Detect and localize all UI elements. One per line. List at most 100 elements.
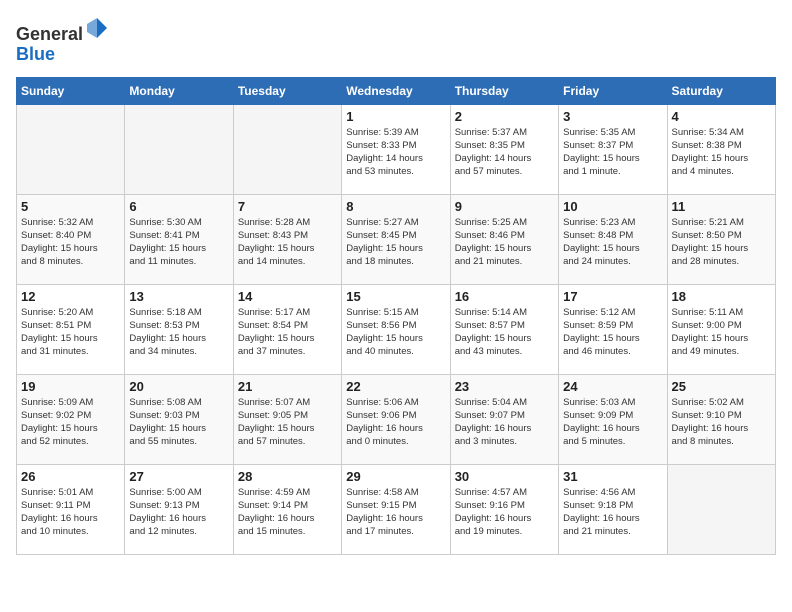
day-number: 31 <box>563 469 662 484</box>
calendar-cell: 18 Sunrise: 5:11 AM Sunset: 9:00 PM Dayli… <box>667 284 775 374</box>
day-number: 15 <box>346 289 445 304</box>
day-number: 1 <box>346 109 445 124</box>
day-info: Sunrise: 5:32 AM Sunset: 8:40 PM Dayligh… <box>21 216 120 269</box>
day-info: Sunrise: 5:02 AM Sunset: 9:10 PM Dayligh… <box>672 396 771 449</box>
day-number: 4 <box>672 109 771 124</box>
day-info: Sunrise: 4:57 AM Sunset: 9:16 PM Dayligh… <box>455 486 554 539</box>
calendar-cell: 25 Sunrise: 5:02 AM Sunset: 9:10 PM Dayli… <box>667 374 775 464</box>
day-number: 27 <box>129 469 228 484</box>
day-number: 18 <box>672 289 771 304</box>
calendar-cell <box>233 104 341 194</box>
calendar-cell: 11 Sunrise: 5:21 AM Sunset: 8:50 PM Dayli… <box>667 194 775 284</box>
logo-icon <box>85 16 109 40</box>
calendar-week-row: 26 Sunrise: 5:01 AM Sunset: 9:11 PM Dayli… <box>17 464 776 554</box>
calendar-cell: 8Sunrise: 5:27 AM Sunset: 8:45 PM Daylig… <box>342 194 450 284</box>
calendar-week-row: 19 Sunrise: 5:09 AM Sunset: 9:02 PM Dayli… <box>17 374 776 464</box>
calendar-cell: 2 Sunrise: 5:37 AM Sunset: 8:35 PM Daylig… <box>450 104 558 194</box>
calendar-cell: 17 Sunrise: 5:12 AM Sunset: 8:59 PM Dayli… <box>559 284 667 374</box>
calendar-cell: 16 Sunrise: 5:14 AM Sunset: 8:57 PM Dayli… <box>450 284 558 374</box>
day-number: 25 <box>672 379 771 394</box>
calendar-cell: 10Sunrise: 5:23 AM Sunset: 8:48 PM Dayli… <box>559 194 667 284</box>
calendar-cell: 29 Sunrise: 4:58 AM Sunset: 9:15 PM Dayli… <box>342 464 450 554</box>
day-number: 23 <box>455 379 554 394</box>
day-number: 16 <box>455 289 554 304</box>
day-number: 10 <box>563 199 662 214</box>
day-info: Sunrise: 5:35 AM Sunset: 8:37 PM Dayligh… <box>563 126 662 179</box>
page-header: General Blue <box>16 16 776 65</box>
day-number: 19 <box>21 379 120 394</box>
day-info: Sunrise: 5:17 AM Sunset: 8:54 PM Dayligh… <box>238 306 337 359</box>
day-info: Sunrise: 5:15 AM Sunset: 8:56 PM Dayligh… <box>346 306 445 359</box>
calendar-table: SundayMondayTuesdayWednesdayThursdayFrid… <box>16 77 776 555</box>
day-info: Sunrise: 5:25 AM Sunset: 8:46 PM Dayligh… <box>455 216 554 269</box>
calendar-cell: 6 Sunrise: 5:30 AM Sunset: 8:41 PM Daylig… <box>125 194 233 284</box>
day-info: Sunrise: 4:58 AM Sunset: 9:15 PM Dayligh… <box>346 486 445 539</box>
calendar-week-row: 12 Sunrise: 5:20 AM Sunset: 8:51 PM Dayli… <box>17 284 776 374</box>
calendar-cell <box>667 464 775 554</box>
day-number: 28 <box>238 469 337 484</box>
logo-general: General <box>16 24 83 44</box>
calendar-cell: 30Sunrise: 4:57 AM Sunset: 9:16 PM Dayli… <box>450 464 558 554</box>
calendar-cell: 13Sunrise: 5:18 AM Sunset: 8:53 PM Dayli… <box>125 284 233 374</box>
calendar-cell: 15 Sunrise: 5:15 AM Sunset: 8:56 PM Dayli… <box>342 284 450 374</box>
day-info: Sunrise: 5:20 AM Sunset: 8:51 PM Dayligh… <box>21 306 120 359</box>
day-info: Sunrise: 5:09 AM Sunset: 9:02 PM Dayligh… <box>21 396 120 449</box>
logo: General Blue <box>16 16 109 65</box>
day-info: Sunrise: 5:00 AM Sunset: 9:13 PM Dayligh… <box>129 486 228 539</box>
calendar-cell: 27 Sunrise: 5:00 AM Sunset: 9:13 PM Dayli… <box>125 464 233 554</box>
calendar-cell: 23 Sunrise: 5:04 AM Sunset: 9:07 PM Dayli… <box>450 374 558 464</box>
calendar-week-row: 5Sunrise: 5:32 AM Sunset: 8:40 PM Daylig… <box>17 194 776 284</box>
calendar-cell: 14Sunrise: 5:17 AM Sunset: 8:54 PM Dayli… <box>233 284 341 374</box>
day-info: Sunrise: 5:12 AM Sunset: 8:59 PM Dayligh… <box>563 306 662 359</box>
day-info: Sunrise: 5:06 AM Sunset: 9:06 PM Dayligh… <box>346 396 445 449</box>
day-info: Sunrise: 5:11 AM Sunset: 9:00 PM Dayligh… <box>672 306 771 359</box>
weekday-header: Sunday <box>17 77 125 104</box>
calendar-cell: 20Sunrise: 5:08 AM Sunset: 9:03 PM Dayli… <box>125 374 233 464</box>
calendar-week-row: 1 Sunrise: 5:39 AM Sunset: 8:33 PM Daylig… <box>17 104 776 194</box>
calendar-cell: 9Sunrise: 5:25 AM Sunset: 8:46 PM Daylig… <box>450 194 558 284</box>
day-number: 7 <box>238 199 337 214</box>
calendar-cell: 21 Sunrise: 5:07 AM Sunset: 9:05 PM Dayli… <box>233 374 341 464</box>
day-number: 6 <box>129 199 228 214</box>
calendar-cell: 28Sunrise: 4:59 AM Sunset: 9:14 PM Dayli… <box>233 464 341 554</box>
calendar-cell: 4 Sunrise: 5:34 AM Sunset: 8:38 PM Daylig… <box>667 104 775 194</box>
weekday-header: Tuesday <box>233 77 341 104</box>
day-info: Sunrise: 5:21 AM Sunset: 8:50 PM Dayligh… <box>672 216 771 269</box>
day-info: Sunrise: 5:30 AM Sunset: 8:41 PM Dayligh… <box>129 216 228 269</box>
day-number: 11 <box>672 199 771 214</box>
day-number: 13 <box>129 289 228 304</box>
logo-blue: Blue <box>16 44 55 64</box>
calendar-cell: 24Sunrise: 5:03 AM Sunset: 9:09 PM Dayli… <box>559 374 667 464</box>
day-number: 26 <box>21 469 120 484</box>
calendar-cell: 7 Sunrise: 5:28 AM Sunset: 8:43 PM Daylig… <box>233 194 341 284</box>
calendar-cell: 12 Sunrise: 5:20 AM Sunset: 8:51 PM Dayli… <box>17 284 125 374</box>
day-info: Sunrise: 5:37 AM Sunset: 8:35 PM Dayligh… <box>455 126 554 179</box>
weekday-header: Thursday <box>450 77 558 104</box>
day-info: Sunrise: 5:34 AM Sunset: 8:38 PM Dayligh… <box>672 126 771 179</box>
day-info: Sunrise: 5:27 AM Sunset: 8:45 PM Dayligh… <box>346 216 445 269</box>
calendar-header-row: SundayMondayTuesdayWednesdayThursdayFrid… <box>17 77 776 104</box>
weekday-header: Monday <box>125 77 233 104</box>
calendar-cell: 26 Sunrise: 5:01 AM Sunset: 9:11 PM Dayli… <box>17 464 125 554</box>
weekday-header: Wednesday <box>342 77 450 104</box>
day-info: Sunrise: 5:07 AM Sunset: 9:05 PM Dayligh… <box>238 396 337 449</box>
day-number: 20 <box>129 379 228 394</box>
day-info: Sunrise: 5:28 AM Sunset: 8:43 PM Dayligh… <box>238 216 337 269</box>
calendar-cell: 3Sunrise: 5:35 AM Sunset: 8:37 PM Daylig… <box>559 104 667 194</box>
day-number: 12 <box>21 289 120 304</box>
weekday-header: Saturday <box>667 77 775 104</box>
day-info: Sunrise: 5:04 AM Sunset: 9:07 PM Dayligh… <box>455 396 554 449</box>
day-number: 17 <box>563 289 662 304</box>
day-info: Sunrise: 5:01 AM Sunset: 9:11 PM Dayligh… <box>21 486 120 539</box>
day-info: Sunrise: 4:56 AM Sunset: 9:18 PM Dayligh… <box>563 486 662 539</box>
day-number: 21 <box>238 379 337 394</box>
calendar-cell <box>17 104 125 194</box>
calendar-cell: 22Sunrise: 5:06 AM Sunset: 9:06 PM Dayli… <box>342 374 450 464</box>
day-info: Sunrise: 5:14 AM Sunset: 8:57 PM Dayligh… <box>455 306 554 359</box>
calendar-cell: 31 Sunrise: 4:56 AM Sunset: 9:18 PM Dayli… <box>559 464 667 554</box>
day-number: 29 <box>346 469 445 484</box>
day-number: 2 <box>455 109 554 124</box>
calendar-cell <box>125 104 233 194</box>
day-info: Sunrise: 5:39 AM Sunset: 8:33 PM Dayligh… <box>346 126 445 179</box>
day-info: Sunrise: 5:03 AM Sunset: 9:09 PM Dayligh… <box>563 396 662 449</box>
